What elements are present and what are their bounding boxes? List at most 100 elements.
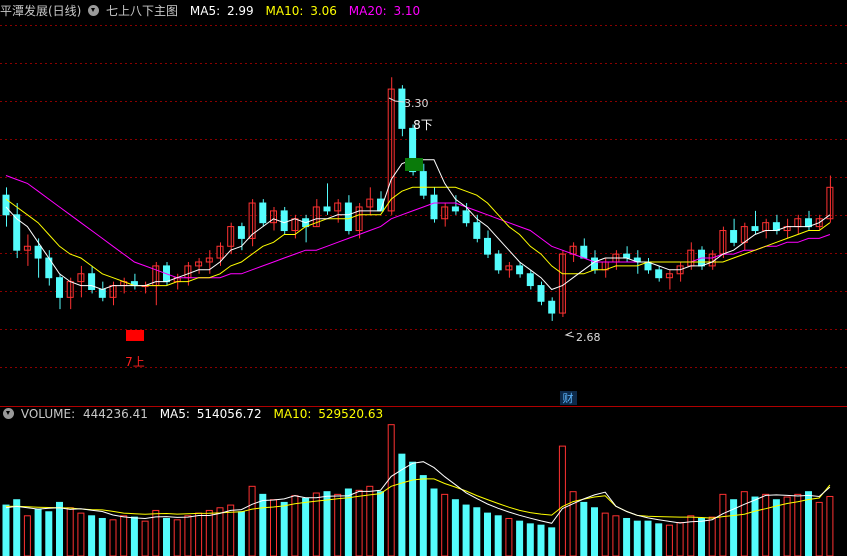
candle: [580, 238, 588, 259]
high-price-label: 3.30: [404, 97, 429, 110]
candle: [494, 250, 502, 274]
candle: [23, 234, 31, 266]
candle: [77, 265, 85, 298]
volume-bar: [88, 515, 96, 556]
volume-bar: [419, 475, 427, 556]
candle-body: [537, 285, 545, 302]
candle: [772, 214, 780, 235]
volume-bar: [751, 496, 759, 556]
price-series: [2, 77, 834, 321]
volume-bar: [740, 491, 748, 556]
candle-body: [56, 277, 63, 298]
candle: [141, 281, 149, 294]
candle: [430, 187, 438, 223]
volume-bar: [676, 522, 684, 556]
candle-body: [323, 206, 331, 212]
price-header: 平潭发展(日线) 七上八下主图 MA5: 2.99 MA10: 3.06 MA2…: [0, 2, 420, 20]
candle: [56, 273, 63, 310]
volume-bar: [484, 512, 491, 556]
volume-bar: [494, 515, 502, 556]
volume-bar: [655, 523, 663, 556]
stock-title: 平潭发展(日线): [0, 4, 82, 18]
candle: [526, 269, 534, 290]
volume-bar: [2, 504, 10, 556]
candle-body: [451, 206, 459, 212]
volume-bar: [719, 493, 727, 556]
volume-header: VOLUME: 444236.41 MA5: 514056.72 MA10: 5…: [0, 405, 383, 423]
candle: [259, 199, 267, 227]
volume-bar: [312, 492, 320, 556]
volume-bar: [163, 517, 170, 556]
volume-bar: [794, 493, 802, 556]
volume-bar: [344, 488, 352, 556]
volume-ma5-line: [5, 461, 831, 524]
candle: [34, 238, 42, 278]
volume-bar: [248, 485, 256, 556]
volume-bar: [141, 520, 149, 556]
volume-bar: [270, 499, 277, 556]
candle: [537, 281, 545, 306]
candle: [569, 242, 577, 262]
volume-bar: [558, 445, 566, 556]
candle: [548, 297, 556, 321]
volume-ma10-label: MA10:: [273, 407, 312, 421]
volume-bar: [280, 501, 288, 556]
volume-bar: [815, 501, 823, 556]
down-signal-marker: [405, 158, 423, 171]
volume-bar: [473, 507, 481, 556]
volume-bar: [205, 509, 213, 556]
low-price-label: 2.68: [576, 331, 601, 344]
volume-bar: [591, 507, 598, 556]
volume-bar: [783, 496, 791, 556]
volume-value: 444236.41: [82, 407, 148, 421]
candle-body: [655, 269, 663, 279]
volume-bar: [762, 493, 770, 556]
volume-ma10-value: 529520.63: [318, 407, 384, 421]
ma5-line: [5, 159, 831, 291]
candle-body: [751, 226, 759, 232]
volume-bar: [34, 508, 42, 556]
volume-bar: [516, 520, 524, 556]
volume-bar: [633, 520, 641, 556]
candle-body: [419, 171, 427, 196]
volume-bar: [772, 499, 780, 556]
ma10-value: 3.06: [310, 4, 337, 18]
volume-bar: [708, 516, 716, 556]
candle-body: [344, 202, 352, 232]
chevron-down-icon[interactable]: [88, 5, 100, 16]
candle-body: [473, 222, 481, 239]
volume-bar: [462, 504, 470, 556]
candle: [623, 246, 631, 262]
candle-body: [280, 210, 288, 232]
volume-ma5-label: MA5:: [159, 407, 190, 421]
volume-bar: [45, 511, 53, 556]
volume-bar: [13, 499, 21, 556]
candle: [601, 258, 609, 278]
candle: [751, 210, 759, 235]
candle: [740, 222, 748, 251]
candle-body: [526, 273, 534, 287]
indicator-name[interactable]: 七上八下主图: [106, 2, 178, 20]
candle-body: [730, 230, 738, 243]
volume-bar: [537, 524, 545, 556]
volume-bar: [580, 501, 588, 556]
volume-bar: [441, 493, 449, 556]
finance-marker[interactable]: 财: [563, 391, 574, 405]
volume-bar: [259, 493, 267, 556]
candle-body: [88, 273, 96, 290]
volume-bar: [409, 461, 417, 556]
ma5-value: 2.99: [226, 4, 254, 18]
down-signal-label: 8下: [413, 118, 433, 132]
volume-bar: [601, 512, 609, 556]
volume-series: [2, 424, 834, 556]
chevron-down-icon[interactable]: [3, 408, 14, 419]
volume-bar: [826, 495, 834, 556]
volume-bar: [98, 517, 106, 556]
candle: [13, 203, 21, 259]
candle: [398, 85, 406, 137]
kline-chart[interactable]: 7上 8下 3.30 2.68 财: [0, 0, 847, 556]
candle: [783, 218, 791, 239]
volume-bar: [665, 524, 673, 556]
candle-body: [237, 226, 245, 239]
candle-body: [2, 194, 10, 216]
